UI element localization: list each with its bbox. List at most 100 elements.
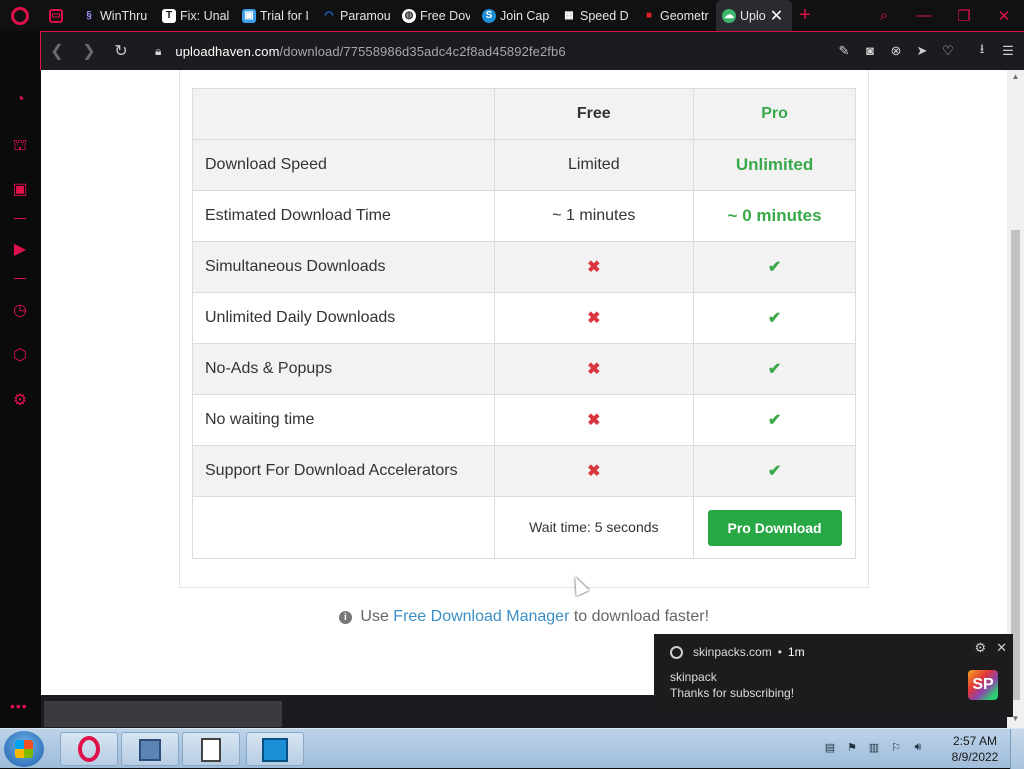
history-icon[interactable]: ◷ [10,301,30,321]
clock[interactable]: 2:57 AM 8/9/2022 [940,733,1010,765]
opera-menu-button[interactable] [0,0,40,31]
reload-icon[interactable]: ↻ [105,41,137,61]
scroll-up-icon[interactable]: ▲ [1007,72,1024,81]
tab-6[interactable]: S Join Cap [476,0,556,31]
it-icon: T [162,8,176,23]
more-icon[interactable]: ••• [10,698,28,714]
twitch-icon[interactable]: ▣ [10,180,30,200]
cross-icon: ✖ [587,310,601,327]
web-page: Free Pro Download Speed Limited Unlimite… [41,70,1007,695]
globe-icon: ◍ [402,8,416,23]
tray-app-icon[interactable]: ▤ [822,741,838,757]
free-value: ✖ [493,292,695,344]
speed-dial-icon[interactable]: ◔ [10,90,30,110]
url-field[interactable]: uploadhaven.com/download/77558986d35adc4… [175,44,565,59]
easy-setup-icon[interactable]: ☰ [1000,43,1016,59]
windows-taskbar: ▤ ⚑ ▥ ⚐ 🔊︎ 2:57 AM 8/9/2022 [0,728,1024,769]
tray-flag-icon[interactable]: ⚑ [844,741,860,757]
window-controls: ⌕ — ❐ ✕ [864,0,1024,31]
camera-icon[interactable]: ◙ [862,43,878,58]
volume-icon[interactable]: 🔊︎ [910,741,926,757]
tab-4[interactable]: ◠ Paramou [316,0,396,31]
fdm-link[interactable]: Free Download Manager [393,608,569,625]
check-icon: ✔ [767,412,782,429]
pro-download-button[interactable]: Pro Download [707,509,842,546]
taskbar-opera[interactable] [60,732,118,766]
check-icon: ✔ [767,463,782,480]
edit-icon[interactable]: ✎ [836,43,852,59]
show-desktop-button[interactable] [1010,729,1024,769]
s-icon: S [482,8,496,23]
new-tab-button[interactable]: + [792,4,818,27]
check-icon: ✔ [767,310,782,327]
search-tabs-icon[interactable]: ⌕ [864,7,904,24]
close-tab-icon[interactable]: ✕ [770,6,783,26]
cross-icon: ✖ [587,463,601,480]
player-icon[interactable]: ▶ [10,240,30,260]
notification-site: skinpacks.com [693,645,772,659]
heart-icon[interactable]: ♡ [940,43,956,59]
settings-icon[interactable]: ⚙ [10,391,30,411]
back-icon[interactable]: ❮ [41,41,73,61]
restore-icon[interactable]: ❐ [944,7,984,25]
tab-label: Join Cap [500,8,550,23]
pro-value: ✔ [693,292,856,344]
info-icon: i [338,611,352,624]
notification-toast[interactable]: skinpacks.com • 1m ⚙ ✕ skinpack Thanks f… [654,634,1013,717]
extensions-icon[interactable]: ⬡ [10,346,30,366]
download-item[interactable] [44,701,282,727]
tab-1[interactable]: § WinThru [76,0,156,31]
page-scrollbar[interactable]: ▲ ▼ [1007,70,1024,728]
tab-label: Paramou [340,8,390,23]
forward-icon[interactable]: ❯ [73,41,105,61]
scroll-thumb[interactable] [1011,230,1020,700]
feature-label: Unlimited Daily Downloads [192,292,495,344]
header-pro: Pro [693,88,856,140]
action-center-icon[interactable]: ⚐ [888,741,904,757]
grid-icon: ▦ [564,10,574,21]
network-icon[interactable]: ▥ [866,741,882,757]
header-feature [192,88,495,140]
close-icon[interactable]: ✕ [996,640,1007,656]
start-button[interactable] [4,731,44,767]
table-row: No-Ads & Popups ✖ ✔ [192,343,856,395]
shopping-bag-icon[interactable]: ⛫ [10,136,30,156]
tab-0[interactable]: ▭ [40,0,76,31]
feature-label: Download Speed [192,139,495,191]
download-icon[interactable]: ⭳ [974,40,990,62]
tab-label: Geometr [660,8,709,23]
free-value: ✖ [493,394,695,446]
gear-icon[interactable]: ⚙ [974,640,986,656]
adblock-icon[interactable]: ⊗ [888,43,904,59]
notification-body: Thanks for subscribing! [670,686,795,700]
send-icon[interactable]: ➤ [914,43,930,59]
tab-label: Speed D [580,8,629,23]
comparison-table: Free Pro Download Speed Limited Unlimite… [192,88,856,559]
taskbar-app[interactable] [246,732,304,766]
lock-icon[interactable]: 🔒︎ [155,44,161,59]
computer-icon [139,739,161,761]
cross-icon: ✖ [587,259,601,276]
fdm-tip: i Use Free Download Manager to download … [41,608,1007,626]
taskbar-document[interactable] [182,732,240,766]
pro-value: ~ 0 minutes [693,190,856,242]
pro-value: ✔ [693,445,856,497]
minimize-icon[interactable]: — [904,7,944,24]
table-row: Download Speed Limited Unlimited [192,139,856,191]
close-window-icon[interactable]: ✕ [984,7,1024,25]
tab-5[interactable]: ◍ Free Dov [396,0,476,31]
tab-label: Trial for I [260,8,309,23]
sidebar: ◔ ⛫ ▣ ▶ ◷ ⬡ ⚙ ••• [0,70,40,728]
notification-source: skinpacks.com • 1m [670,645,805,659]
tab-2[interactable]: T Fix: Unal [156,0,236,31]
notification-title: skinpack [670,670,717,684]
tab-7[interactable]: ▦ Speed D [556,0,636,31]
table-row: Estimated Download Time ~ 1 minutes ~ 0 … [192,190,856,242]
tab-8[interactable]: ■ Geometr [636,0,716,31]
table-row: Unlimited Daily Downloads ✖ ✔ [192,292,856,344]
taskbar-computer[interactable] [121,732,179,766]
pro-value: ✔ [693,343,856,395]
document-icon [201,738,221,762]
tab-3[interactable]: ▣ Trial for I [236,0,316,31]
tab-active[interactable]: ☁ Uplo ✕ [716,0,792,31]
